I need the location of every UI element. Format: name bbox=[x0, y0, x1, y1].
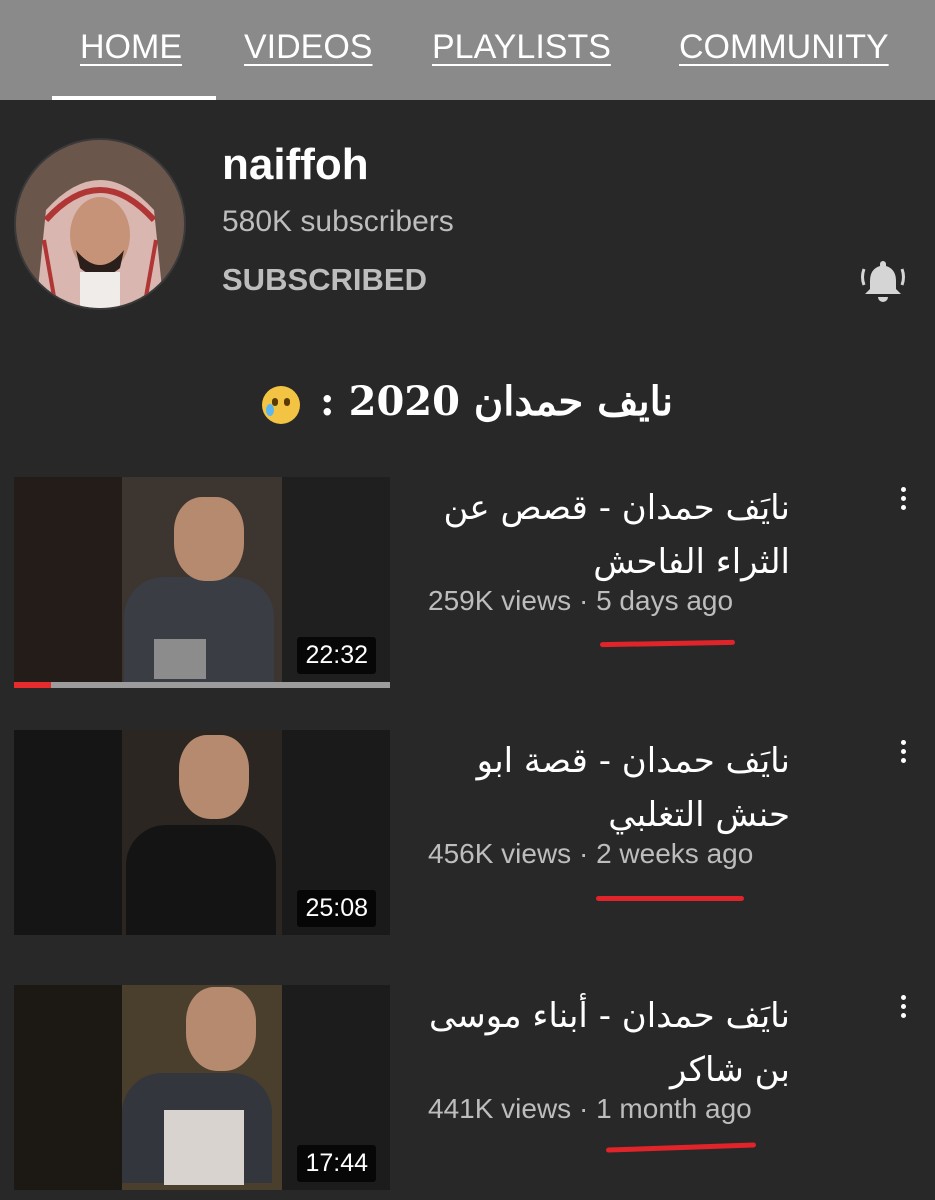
active-tab-indicator bbox=[52, 96, 216, 100]
video-meta: 259K views · 5 days ago bbox=[428, 585, 734, 616]
red-annotation-underline bbox=[605, 1142, 757, 1153]
subscribed-button[interactable]: SUBSCRIBED bbox=[222, 262, 427, 298]
watch-progress-fill bbox=[14, 682, 51, 688]
upload-age: 1 month ago bbox=[596, 1093, 752, 1124]
tab-playlists[interactable]: PLAYLISTS bbox=[432, 28, 611, 67]
red-annotation-underline bbox=[599, 639, 736, 648]
video-meta: 456K views · 2 weeks ago bbox=[428, 838, 754, 869]
upload-age: 5 days ago bbox=[596, 585, 734, 616]
subscriber-count: 580K subscribers bbox=[222, 205, 454, 238]
video-duration: 17:44 bbox=[297, 1145, 376, 1182]
tab-videos[interactable]: VIDEOS bbox=[244, 28, 372, 67]
overlay-caption: نايف حمدان 2020 : bbox=[0, 378, 935, 425]
bell-icon[interactable] bbox=[858, 255, 908, 305]
channel-avatar[interactable] bbox=[14, 138, 186, 310]
upload-age: 2 weeks ago bbox=[596, 838, 754, 869]
watch-progress-bar bbox=[14, 682, 390, 688]
video-duration: 22:32 bbox=[297, 637, 376, 674]
video-thumbnail[interactable]: 17:44 bbox=[14, 985, 390, 1190]
video-meta: 441K views · 1 month ago bbox=[428, 1093, 752, 1124]
view-count: 259K views bbox=[428, 585, 572, 616]
video-title[interactable]: نايَف حمدان - قصص عن الثراء الفاحش bbox=[410, 481, 790, 589]
video-title[interactable]: نايَف حمدان - قصة ابو حنش التغلبي bbox=[410, 734, 790, 842]
channel-name: naiffoh bbox=[222, 140, 369, 189]
tab-home[interactable]: HOME bbox=[80, 28, 182, 67]
view-count: 441K views bbox=[428, 1093, 572, 1124]
avatar-image bbox=[16, 140, 184, 308]
view-count: 456K views bbox=[428, 838, 572, 869]
video-item[interactable]: 22:32 نايَف حمدان - قصص عن الثراء الفاحش… bbox=[0, 477, 935, 692]
video-duration: 25:08 bbox=[297, 890, 376, 927]
video-item[interactable]: 25:08 نايَف حمدان - قصة ابو حنش التغلبي … bbox=[0, 730, 935, 945]
channel-tab-bar: HOME VIDEOS PLAYLISTS COMMUNITY bbox=[0, 0, 935, 100]
video-thumbnail[interactable]: 25:08 bbox=[14, 730, 390, 935]
more-options-icon[interactable] bbox=[893, 736, 913, 776]
red-annotation-underline bbox=[596, 896, 744, 901]
crying-face-icon bbox=[261, 386, 300, 424]
video-item[interactable]: 17:44 نايَف حمدان - أبناء موسى بن شاكر 4… bbox=[0, 985, 935, 1200]
more-options-icon[interactable] bbox=[893, 991, 913, 1031]
caption-text: نايف حمدان 2020 : bbox=[319, 378, 673, 425]
more-options-icon[interactable] bbox=[893, 483, 913, 523]
video-title[interactable]: نايَف حمدان - أبناء موسى بن شاكر bbox=[410, 989, 790, 1097]
tab-community[interactable]: COMMUNITY bbox=[679, 28, 889, 67]
video-thumbnail[interactable]: 22:32 bbox=[14, 477, 390, 682]
